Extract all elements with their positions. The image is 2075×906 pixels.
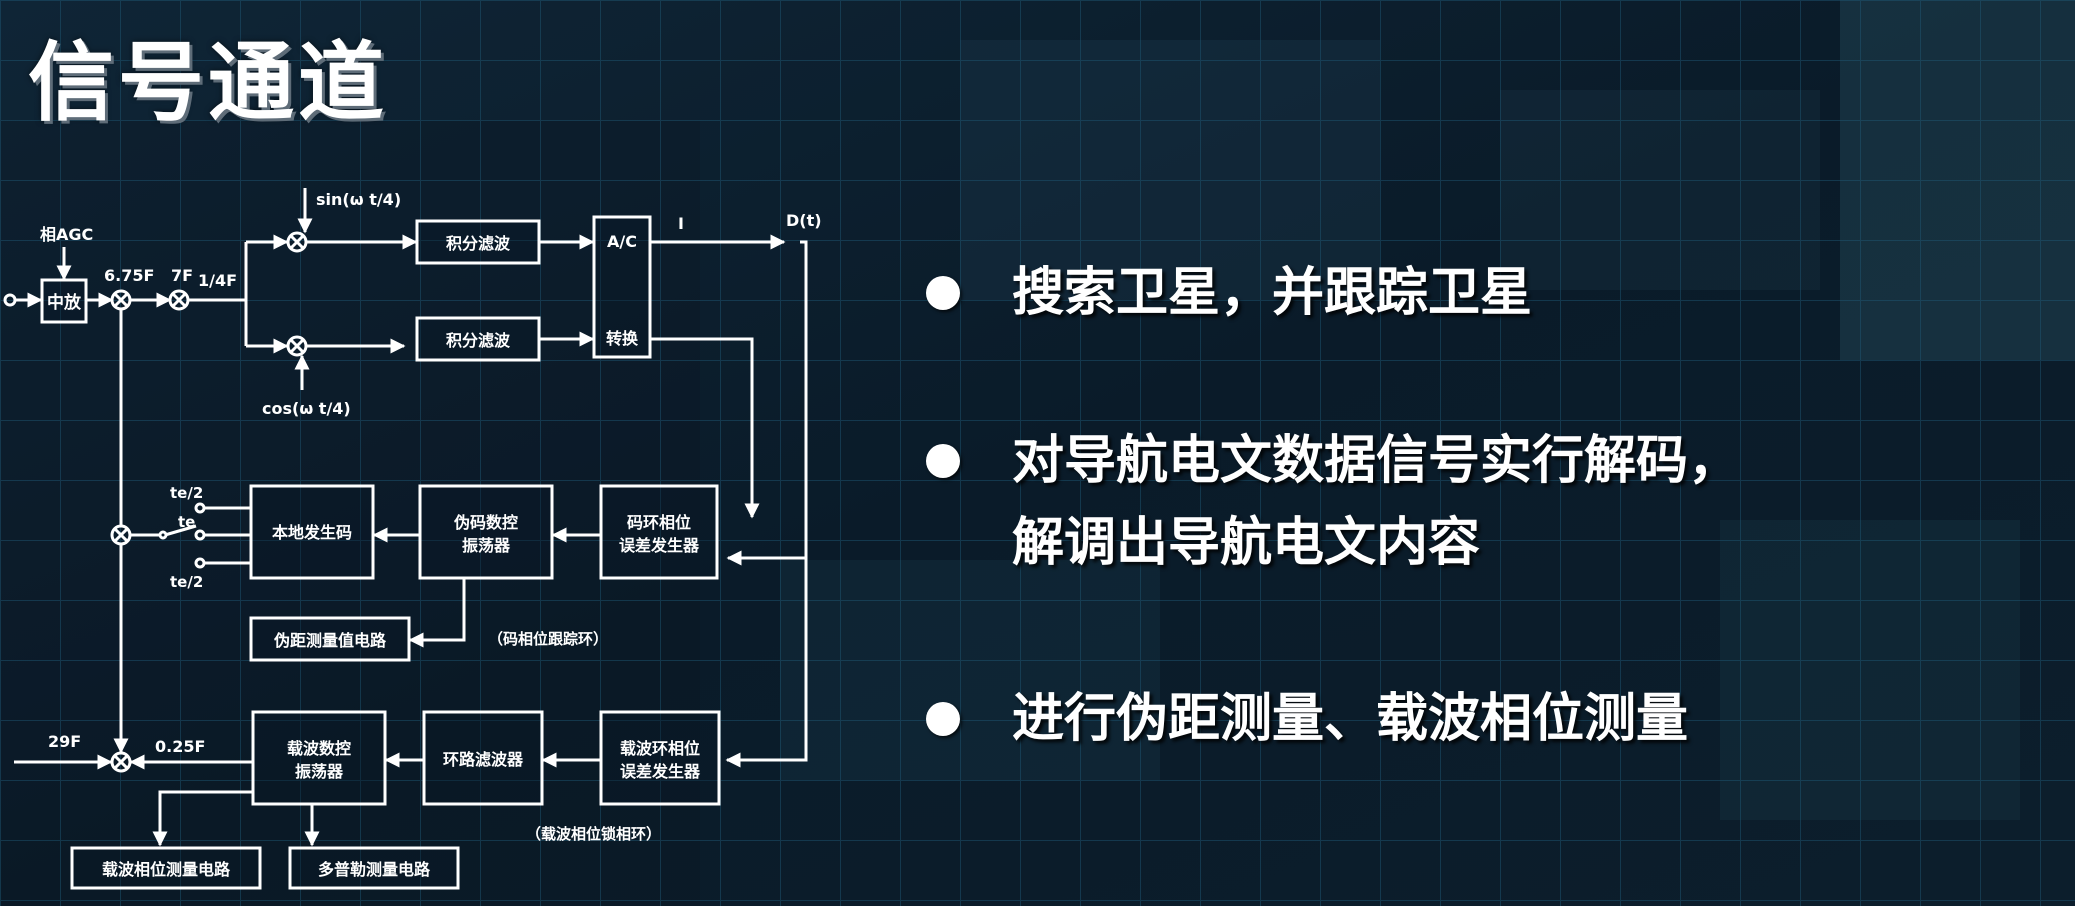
bullet-dot-icon xyxy=(926,444,960,478)
bullet-2-line-2: 解调出导航电文内容 xyxy=(1012,513,1481,573)
bullet-dot-icon xyxy=(926,702,960,736)
carrier-loop-label: （载波相位锁相环） xyxy=(526,825,661,843)
code-nco-label-2: 振荡器 xyxy=(462,536,511,555)
cos-reference-label: cos(ω t/4) xyxy=(262,399,351,418)
bullet-2-line-1: 对导航电文数据信号实行解码， xyxy=(1012,431,1741,491)
carrier-nco-label-1: 载波数控 xyxy=(287,739,351,758)
carrier-nco-label-2: 振荡器 xyxy=(295,762,344,781)
bullet-3-line-1: 进行伪距测量、载波相位测量 xyxy=(1012,689,1689,749)
bullet-2: 对导航电文数据信号实行解码， 解调出导航电文内容 xyxy=(926,420,1740,584)
bullet-1-line-1: 搜索卫星，并跟踪卫星 xyxy=(1012,263,1533,323)
code-error-label-2: 误差发生器 xyxy=(619,536,700,555)
freq-7f-label: 7F xyxy=(171,266,193,285)
freq-29f-label: 29F xyxy=(48,732,81,751)
code-loop-label: （码相位跟踪环） xyxy=(488,630,608,648)
carrier-nco-block xyxy=(251,710,387,806)
bullet-3: 进行伪距测量、载波相位测量 xyxy=(926,678,1688,760)
bullet-1: 搜索卫星，并跟踪卫星 xyxy=(926,252,1532,334)
loop-filter-label: 环路滤波器 xyxy=(443,750,524,769)
carrier-error-label-2: 误差发生器 xyxy=(620,762,701,781)
integrate-filter-2-label: 积分滤波 xyxy=(446,331,511,350)
pseudorange-label: 伪距测量值电路 xyxy=(273,631,387,650)
ad-converter-top-label: A/C xyxy=(607,232,637,251)
sin-reference-label: sin(ω t/4) xyxy=(316,190,401,209)
local-code-label: 本地发生码 xyxy=(272,523,352,542)
te-label: te xyxy=(178,513,195,531)
ad-converter-bottom-label: 转换 xyxy=(606,329,639,348)
te-half-early-label: te/2 xyxy=(170,484,203,502)
code-error-label-1: 码环相位 xyxy=(627,513,691,532)
i-output-label: I xyxy=(678,214,684,233)
code-nco-label-1: 伪码数控 xyxy=(453,513,518,532)
carrier-error-label-1: 载波环相位 xyxy=(620,739,700,758)
bullet-dot-icon xyxy=(926,276,960,310)
freq-quarter-f-label: 1/4F xyxy=(198,271,237,290)
input-terminal xyxy=(3,293,17,307)
te-half-late-label: te/2 xyxy=(170,573,203,591)
if-amplifier-label: 中放 xyxy=(47,292,82,313)
freq-675f-label: 6.75F xyxy=(104,266,154,285)
dt-output-label: D(t) xyxy=(786,211,822,230)
integrate-filter-1-label: 积分滤波 xyxy=(446,234,511,253)
freq-025f-label: 0.25F xyxy=(155,737,205,756)
carrier-error-block xyxy=(599,710,721,806)
doppler-measurement-label: 多普勒测量电路 xyxy=(318,860,431,879)
code-error-block xyxy=(599,484,719,580)
agc-label: 相AGC xyxy=(40,225,93,244)
code-nco-block xyxy=(418,484,554,580)
carrier-phase-measurement-label: 载波相位测量电路 xyxy=(102,860,231,879)
